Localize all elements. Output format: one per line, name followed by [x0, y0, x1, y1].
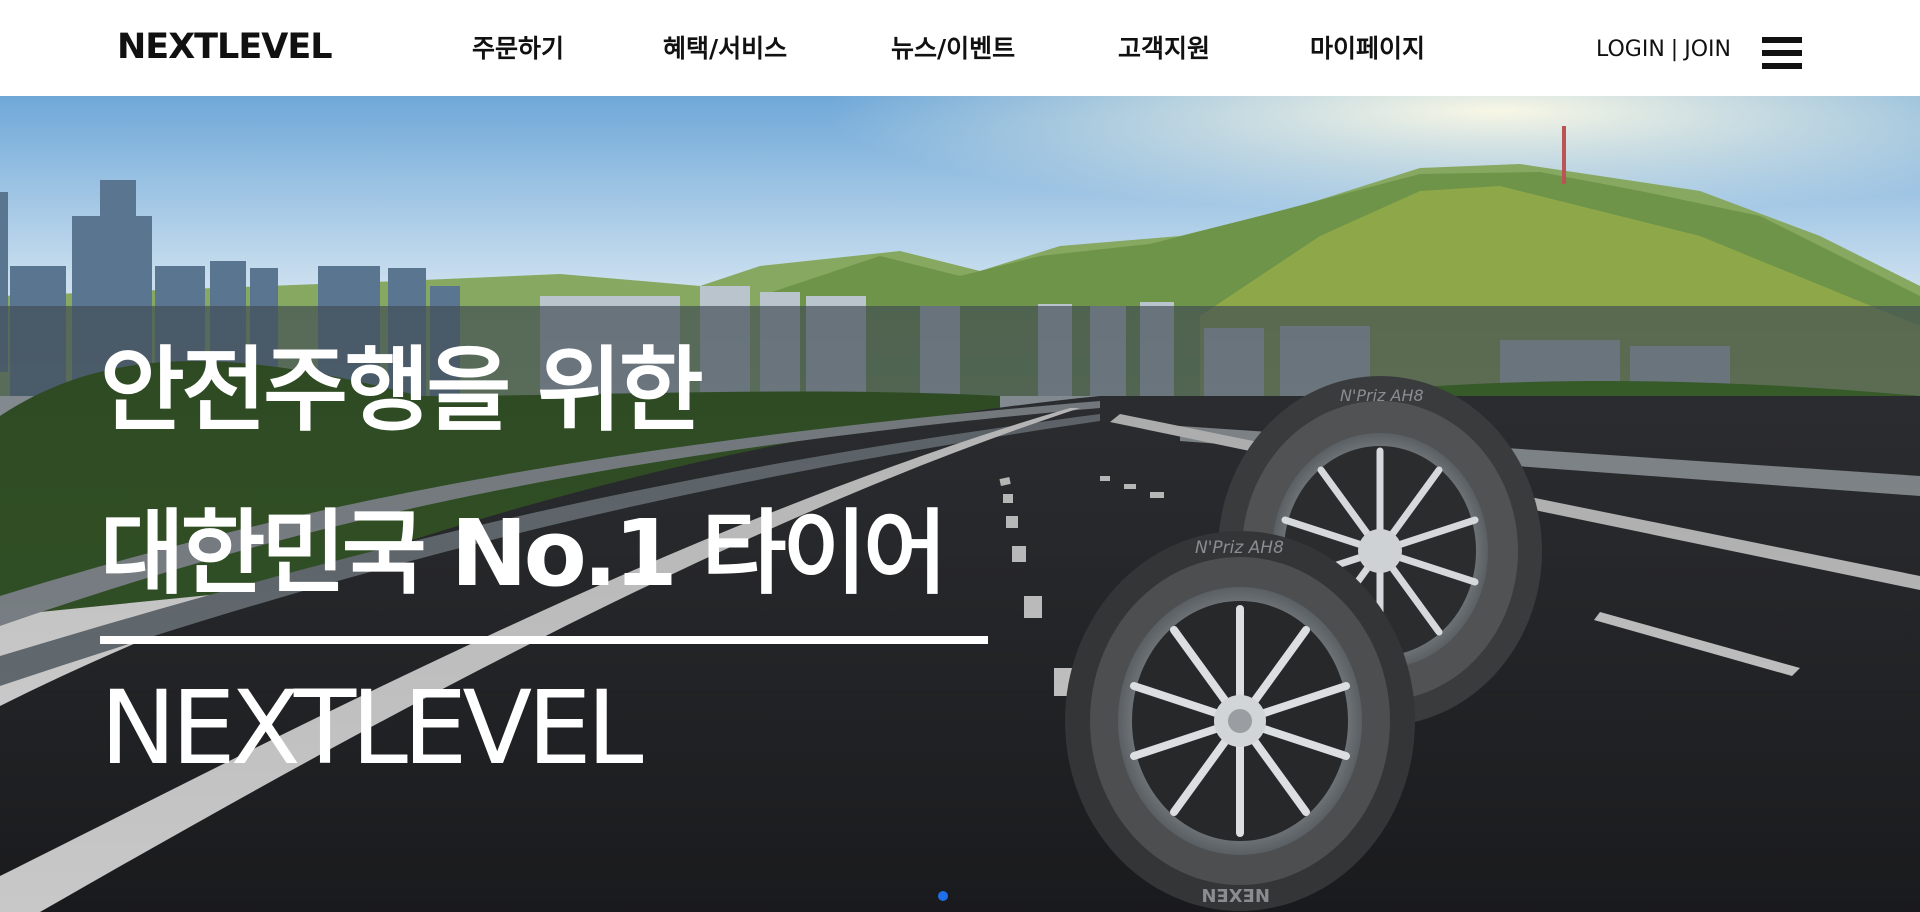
front-tire-model-text: N'Priz AH8: [1195, 538, 1284, 558]
login-link[interactable]: LOGIN: [1596, 37, 1665, 62]
nav-item-benefits-services[interactable]: 혜택/서비스: [663, 36, 787, 61]
nav-item-customer-support[interactable]: 고객지원: [1118, 36, 1210, 61]
hero-headline-line1: 안전주행을 위한: [100, 337, 704, 444]
nav-item-news-events[interactable]: 뉴스/이벤트: [891, 36, 1015, 61]
hamburger-menu-icon[interactable]: [1762, 37, 1802, 69]
join-link[interactable]: JOIN: [1684, 37, 1731, 62]
nav-item-mypage[interactable]: 마이페이지: [1310, 36, 1425, 61]
hero-headline-line2: 대한민국 No.1 타이어: [100, 500, 948, 607]
nav-item-order[interactable]: 주문하기: [472, 36, 564, 61]
site-header: NEXTLEVEL 주문하기 혜택/서비스 뉴스/이벤트 고객지원 마이페이지 …: [0, 0, 1920, 96]
slider-pagination-dot[interactable]: [938, 891, 948, 901]
util-separator: |: [1670, 37, 1679, 62]
hero-brand-name: NEXTLEVEL: [100, 669, 643, 788]
user-utility-links: LOGIN | JOIN: [1596, 39, 1731, 61]
back-tire-model-text: N'Priz AH8: [1340, 386, 1424, 405]
hero-divider: [100, 636, 988, 644]
hero-banner: 안전주행을 위한 대한민국 No.1 타이어 NEXTLEVEL N'Priz …: [0, 96, 1920, 912]
tire-brand-text: NEXEN: [1201, 884, 1270, 905]
tire-pair-image: N'Priz AH8 N'Priz AH8 NEXEN: [1065, 376, 1542, 911]
